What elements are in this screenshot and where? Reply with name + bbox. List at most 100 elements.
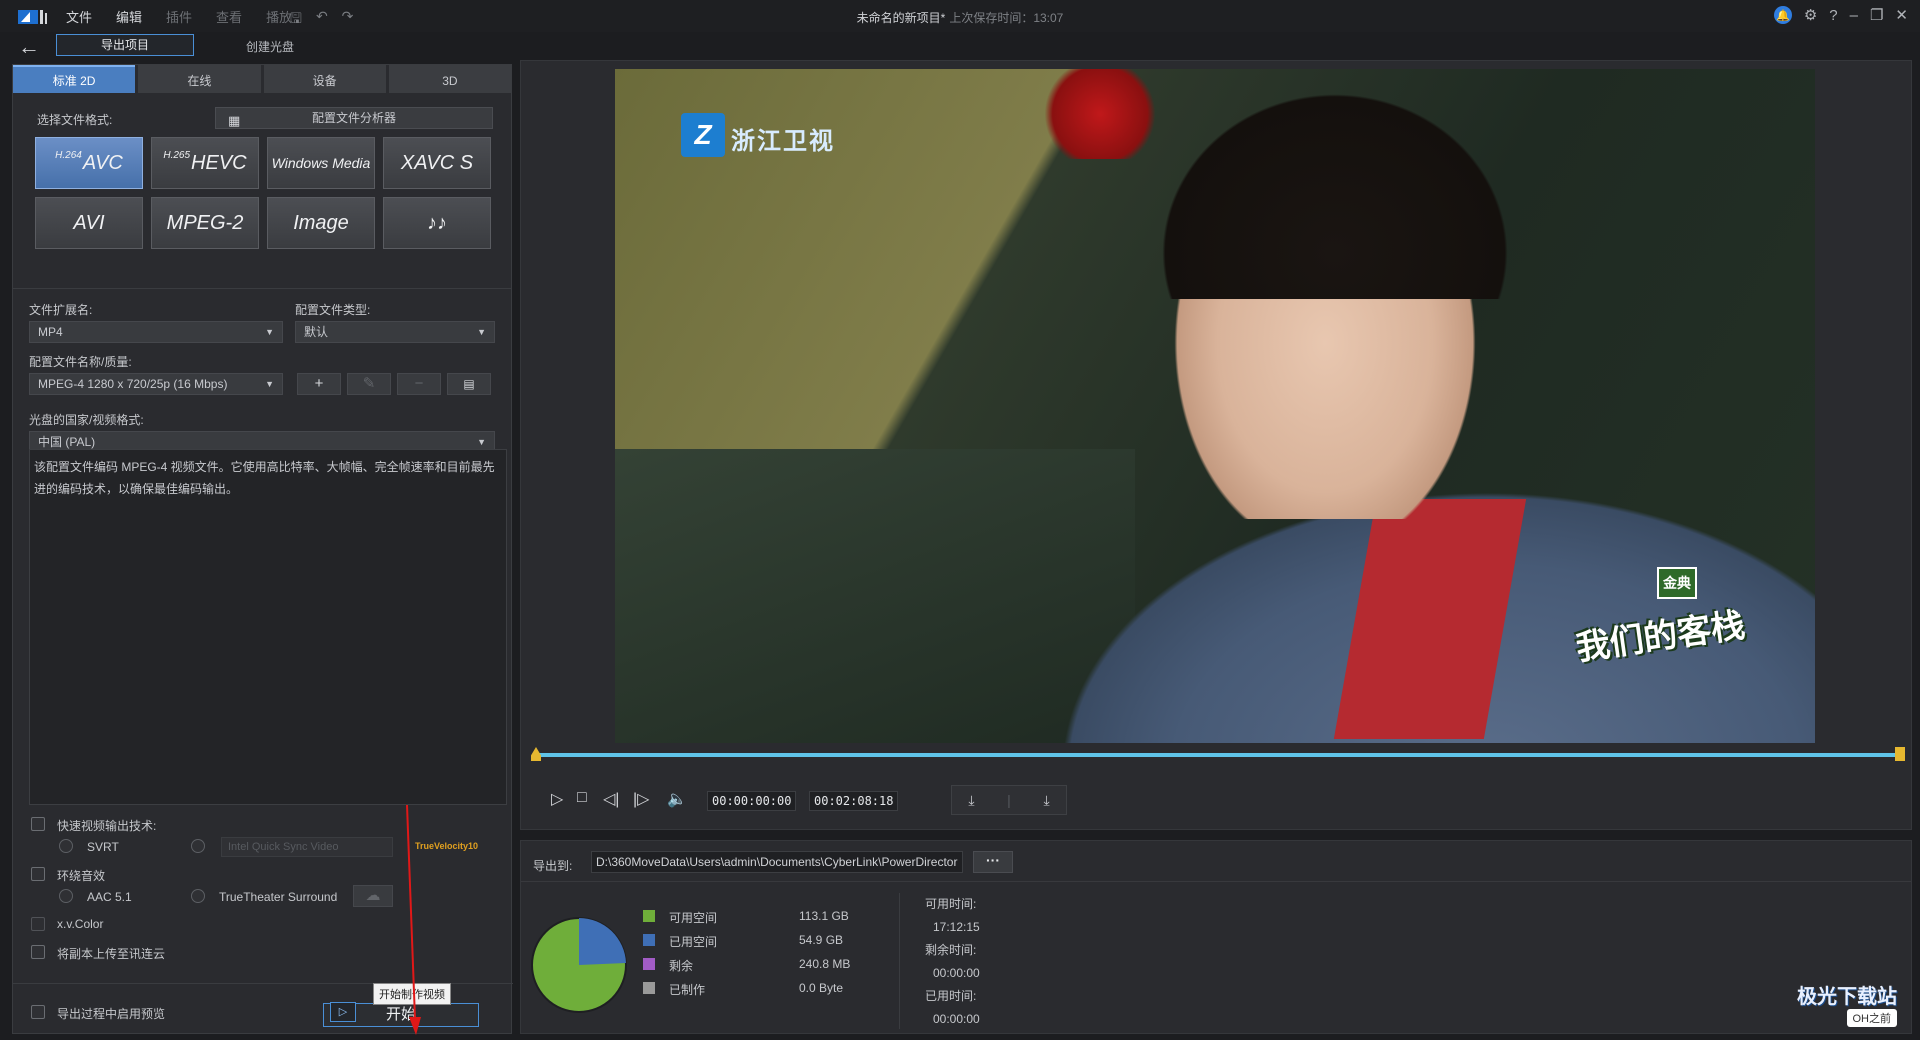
preview-panel: Z 浙江卫视 金典 我们的客栈 ▷ □ ◁| |▷ 🔈 00:00:00:00 … bbox=[520, 60, 1912, 830]
legend-name: 可用空间 bbox=[669, 911, 718, 925]
edit-profile-icon[interactable]: ✎ bbox=[347, 373, 391, 395]
watermark-subtitle: OH之前 bbox=[1846, 1009, 1897, 1027]
chevron-down-icon: ▼ bbox=[265, 327, 274, 337]
upload-cloud-checkbox[interactable] bbox=[31, 945, 45, 959]
divider bbox=[521, 881, 1911, 882]
intel-dropdown[interactable]: Intel Quick Sync Video bbox=[221, 837, 393, 857]
truetheater-radio[interactable] bbox=[191, 889, 205, 903]
prev-frame-icon[interactable]: ◁| bbox=[603, 789, 619, 809]
codec-avi-button[interactable]: AVI bbox=[35, 197, 143, 249]
remaining-time-label: 剩余时间: bbox=[925, 943, 977, 957]
output-panel: 导出到: D:\360MoveData\Users\admin\Document… bbox=[520, 840, 1912, 1034]
export-path-field[interactable]: D:\360MoveData\Users\admin\Documents\Cyb… bbox=[591, 851, 963, 873]
codec-hevc-button[interactable]: H.265 HEVC bbox=[151, 137, 259, 189]
profile-name-dropdown[interactable]: MPEG-4 1280 x 720/25p (16 Mbps) ▼ bbox=[29, 373, 283, 395]
profile-name-value: MPEG-4 1280 x 720/25p (16 Mbps) bbox=[38, 377, 228, 391]
mark-out-icon[interactable]: ⤓ bbox=[1043, 792, 1049, 809]
minimize-icon[interactable]: – bbox=[1850, 7, 1858, 24]
surround-settings-icon[interactable]: ☁ bbox=[353, 885, 393, 907]
volume-icon[interactable]: 🔈 bbox=[667, 789, 687, 809]
codec-grid: H.264 AVC H.265 HEVC Windows Media XAVC S … bbox=[35, 137, 491, 249]
add-profile-button[interactable]: + bbox=[297, 373, 341, 395]
settings-icon[interactable]: ⚙ bbox=[1804, 6, 1817, 24]
snapshot-buttons: ⤓ | ⤓ bbox=[951, 785, 1067, 815]
svrt-label: SVRT bbox=[87, 840, 119, 854]
svrt-radio[interactable] bbox=[59, 839, 73, 853]
profile-name-label: 配置文件名称/质量: bbox=[29, 355, 132, 369]
intel-value: Intel Quick Sync Video bbox=[228, 841, 339, 853]
codec-label: HEVC bbox=[191, 151, 247, 174]
profile-details-icon[interactable]: ▤ bbox=[447, 373, 491, 395]
total-time: 00:02:08:18 bbox=[809, 791, 899, 811]
start-button[interactable]: ▷ 开始 bbox=[323, 1002, 479, 1027]
enable-preview-checkbox[interactable] bbox=[31, 1005, 45, 1019]
codec-mpeg2-button[interactable]: MPEG-2 bbox=[151, 197, 259, 249]
notification-icon[interactable]: 🔔 bbox=[1773, 6, 1792, 24]
remaining-time-value: 00:00:00 bbox=[933, 966, 980, 980]
xvcolor-checkbox[interactable] bbox=[31, 917, 45, 931]
tab-export-project[interactable]: 导出项目 bbox=[56, 34, 194, 56]
fast-video-label: 快速视频输出技术: bbox=[57, 819, 157, 833]
timeline-end-marker[interactable] bbox=[1895, 747, 1905, 761]
next-frame-icon[interactable]: |▷ bbox=[633, 789, 649, 809]
tab-standard-2d[interactable]: 标准 2D bbox=[13, 65, 136, 93]
elapsed-time-label: 已用时间: bbox=[925, 989, 977, 1003]
stop-icon[interactable]: □ bbox=[577, 789, 587, 807]
red-arrow-annotation bbox=[406, 805, 421, 1035]
close-icon[interactable]: ✕ bbox=[1895, 6, 1908, 24]
fast-video-checkbox[interactable] bbox=[31, 817, 45, 831]
export-to-label: 导出到: bbox=[533, 859, 573, 873]
analyzer-icon: ▦ bbox=[228, 113, 241, 128]
region-label: 光盘的国家/视频格式: bbox=[29, 413, 144, 427]
tab-online[interactable]: 在线 bbox=[138, 65, 261, 93]
timeline-start-marker[interactable] bbox=[531, 747, 541, 761]
restore-icon[interactable]: ❐ bbox=[1870, 6, 1883, 24]
timeline-slider[interactable] bbox=[531, 747, 1905, 761]
codec-label: XAVC S bbox=[400, 151, 474, 174]
available-time-label: 可用时间: bbox=[925, 897, 977, 911]
remove-profile-icon[interactable]: − bbox=[397, 373, 441, 395]
profile-type-label: 配置文件类型: bbox=[295, 303, 371, 317]
tab-create-disc[interactable]: 创建光盘 bbox=[246, 38, 294, 55]
file-format-section: 选择文件格式: ▦ 配置文件分析器 H.264 AVC H.265 HEVC Win… bbox=[13, 93, 511, 289]
help-icon[interactable]: ? bbox=[1829, 7, 1837, 24]
music-notes-icon: ♪♪ bbox=[427, 211, 447, 234]
browse-button[interactable]: ··· bbox=[973, 851, 1013, 873]
mode-bar: ← 导出项目 创建光盘 bbox=[0, 32, 1920, 60]
ext-dropdown[interactable]: MP4 ▼ bbox=[29, 321, 283, 343]
legend-name: 已用空间 bbox=[669, 935, 718, 949]
playback-controls: ▷ □ ◁| |▷ 🔈 00:00:00:00 00:02:08:18 ⤓ | … bbox=[521, 773, 1911, 829]
play-icon[interactable]: ▷ bbox=[551, 789, 563, 809]
mark-in-icon[interactable]: ⤓ bbox=[968, 792, 974, 809]
codec-wmv-button[interactable]: Windows Media bbox=[267, 137, 375, 189]
legend-value: 113.1 GB bbox=[799, 909, 849, 923]
profile-type-dropdown[interactable]: 默认 ▼ bbox=[295, 321, 495, 343]
divider bbox=[899, 893, 900, 1029]
play-icon: ▷ bbox=[330, 1002, 356, 1022]
last-saved-text: 上次保存时间：13:07 bbox=[949, 11, 1064, 25]
legend-swatch bbox=[643, 910, 655, 922]
codec-label: MPEG-2 bbox=[166, 211, 244, 234]
profile-analyzer-button[interactable]: ▦ 配置文件分析器 bbox=[215, 107, 493, 129]
xvcolor-label: x.v.Color bbox=[57, 917, 104, 931]
codec-audio-button[interactable]: ♪♪ bbox=[383, 197, 491, 249]
tab-3d[interactable]: 3D bbox=[388, 65, 511, 93]
codec-sup: H.264 bbox=[55, 149, 82, 161]
codec-image-button[interactable]: Image bbox=[267, 197, 375, 249]
legend-swatch bbox=[643, 934, 655, 946]
back-arrow-icon[interactable]: ← bbox=[18, 34, 40, 60]
legend-value: 240.8 MB bbox=[799, 957, 851, 971]
project-title: 未命名的新项目* bbox=[856, 11, 946, 25]
legend-value: 54.9 GB bbox=[799, 933, 844, 947]
aac-radio[interactable] bbox=[59, 889, 73, 903]
surround-checkbox[interactable] bbox=[31, 867, 45, 881]
analyzer-label: 配置文件分析器 bbox=[311, 111, 396, 125]
channel-logo-icon: Z bbox=[681, 113, 725, 157]
ext-value: MP4 bbox=[38, 325, 63, 339]
codec-xavcs-button[interactable]: XAVC S bbox=[383, 137, 491, 189]
codec-avc-button[interactable]: H.264 AVC bbox=[35, 137, 143, 189]
intel-radio[interactable] bbox=[191, 839, 205, 853]
tab-device[interactable]: 设备 bbox=[263, 65, 386, 93]
time-info: 可用时间: 17:12:15 剩余时间: 00:00:00 已用时间: 00:0… bbox=[925, 893, 1045, 1031]
disk-space-pie-chart bbox=[531, 917, 627, 1013]
